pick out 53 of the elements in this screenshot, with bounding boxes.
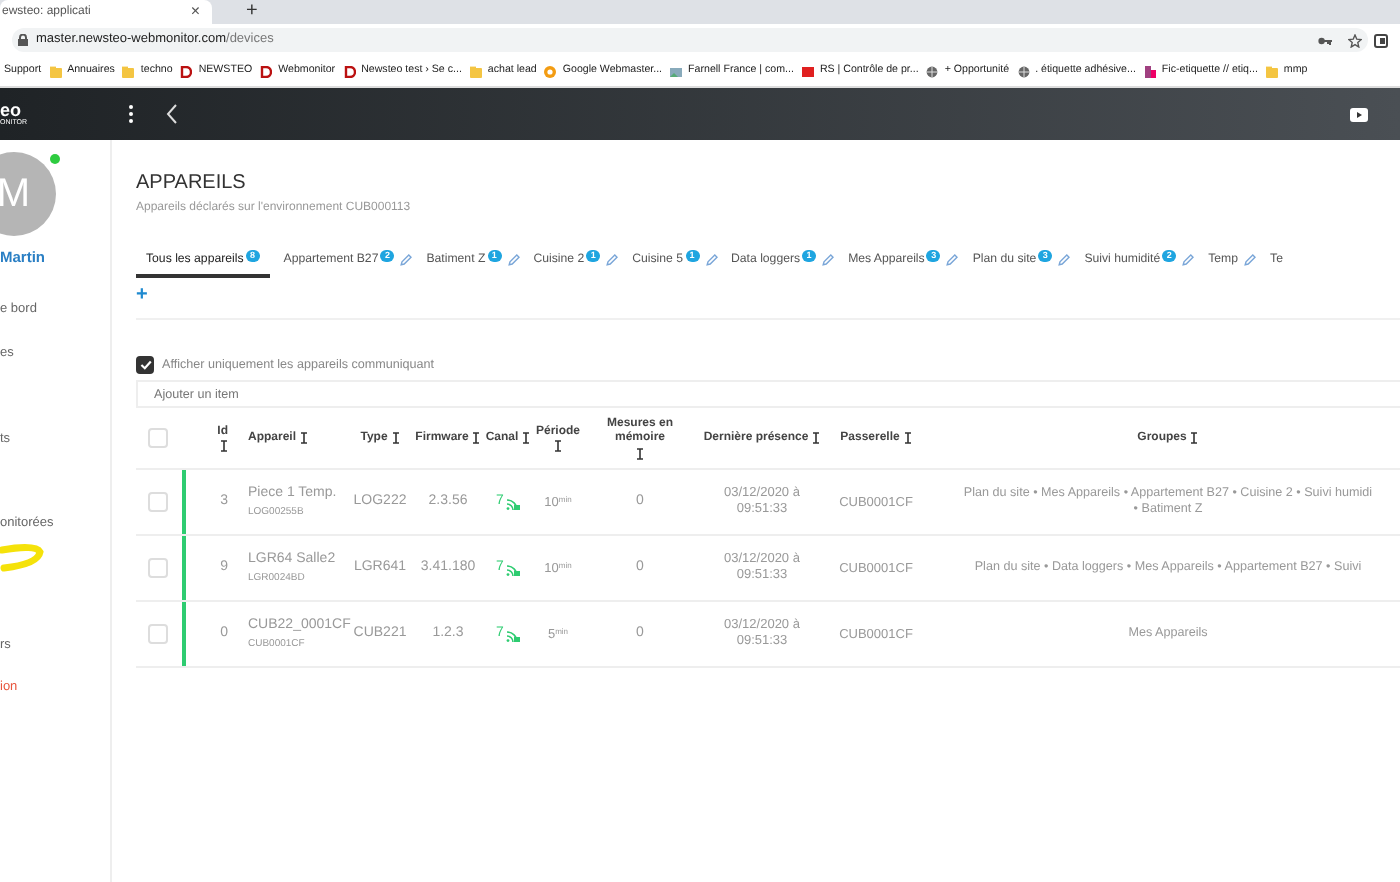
row-checkbox[interactable]: [148, 492, 168, 513]
star-icon[interactable]: [1348, 33, 1362, 47]
page-title: APPAREILS: [136, 170, 248, 198]
kebab-menu-icon[interactable]: [128, 104, 134, 124]
key-icon[interactable]: [1318, 35, 1332, 45]
signal-lock-icon: [505, 627, 520, 642]
pencil-icon[interactable]: [507, 254, 520, 266]
extension-icon[interactable]: [1374, 33, 1388, 47]
back-chevron-icon[interactable]: [166, 104, 178, 124]
sort-icon: [300, 432, 309, 445]
tab-close-icon[interactable]: ×: [190, 4, 200, 20]
add-tab-button[interactable]: +: [136, 286, 1400, 320]
site-icon: [670, 65, 683, 77]
scribble-drawing: [0, 544, 44, 573]
pencil-icon[interactable]: [1058, 254, 1071, 266]
site-icon: [801, 65, 814, 77]
pencil-icon[interactable]: [946, 254, 959, 266]
site-icon: [180, 65, 193, 77]
filter-checkbox[interactable]: [136, 356, 154, 375]
row-checkbox[interactable]: [148, 624, 168, 645]
sort-icon: [522, 432, 531, 445]
avatar: M: [0, 152, 56, 236]
sort-icon: [391, 432, 400, 445]
video-icon[interactable]: [1350, 107, 1368, 121]
site-icon: [544, 65, 557, 77]
pencil-icon[interactable]: [822, 254, 835, 266]
sort-icon: [472, 432, 481, 445]
sort-icon: [903, 432, 912, 445]
lock-icon: [18, 34, 28, 46]
pencil-icon[interactable]: [400, 254, 413, 266]
site-icon: [1143, 65, 1156, 77]
sort-icon: [636, 448, 644, 461]
sort-icon: [554, 440, 562, 453]
row-checkbox[interactable]: [148, 558, 168, 579]
globe-icon: [1017, 65, 1030, 77]
site-icon: [260, 65, 273, 77]
folder-icon: [469, 65, 482, 77]
folder-icon: [122, 65, 135, 77]
sort-icon: [812, 432, 821, 445]
sort-icon: [220, 440, 228, 453]
folder-icon: [1265, 65, 1278, 77]
signal-lock-icon: [505, 561, 520, 576]
signal-lock-icon: [505, 495, 520, 510]
row-checkbox[interactable]: [148, 428, 168, 449]
globe-icon: [926, 65, 939, 77]
pencil-icon[interactable]: [705, 254, 717, 266]
pencil-icon[interactable]: [1182, 254, 1195, 266]
site-icon: [343, 65, 356, 77]
pencil-icon[interactable]: [1244, 254, 1257, 266]
sort-icon: [1190, 432, 1199, 445]
pencil-icon[interactable]: [606, 254, 619, 266]
folder-icon: [49, 65, 62, 77]
new-tab-button[interactable]: +: [246, 2, 258, 22]
